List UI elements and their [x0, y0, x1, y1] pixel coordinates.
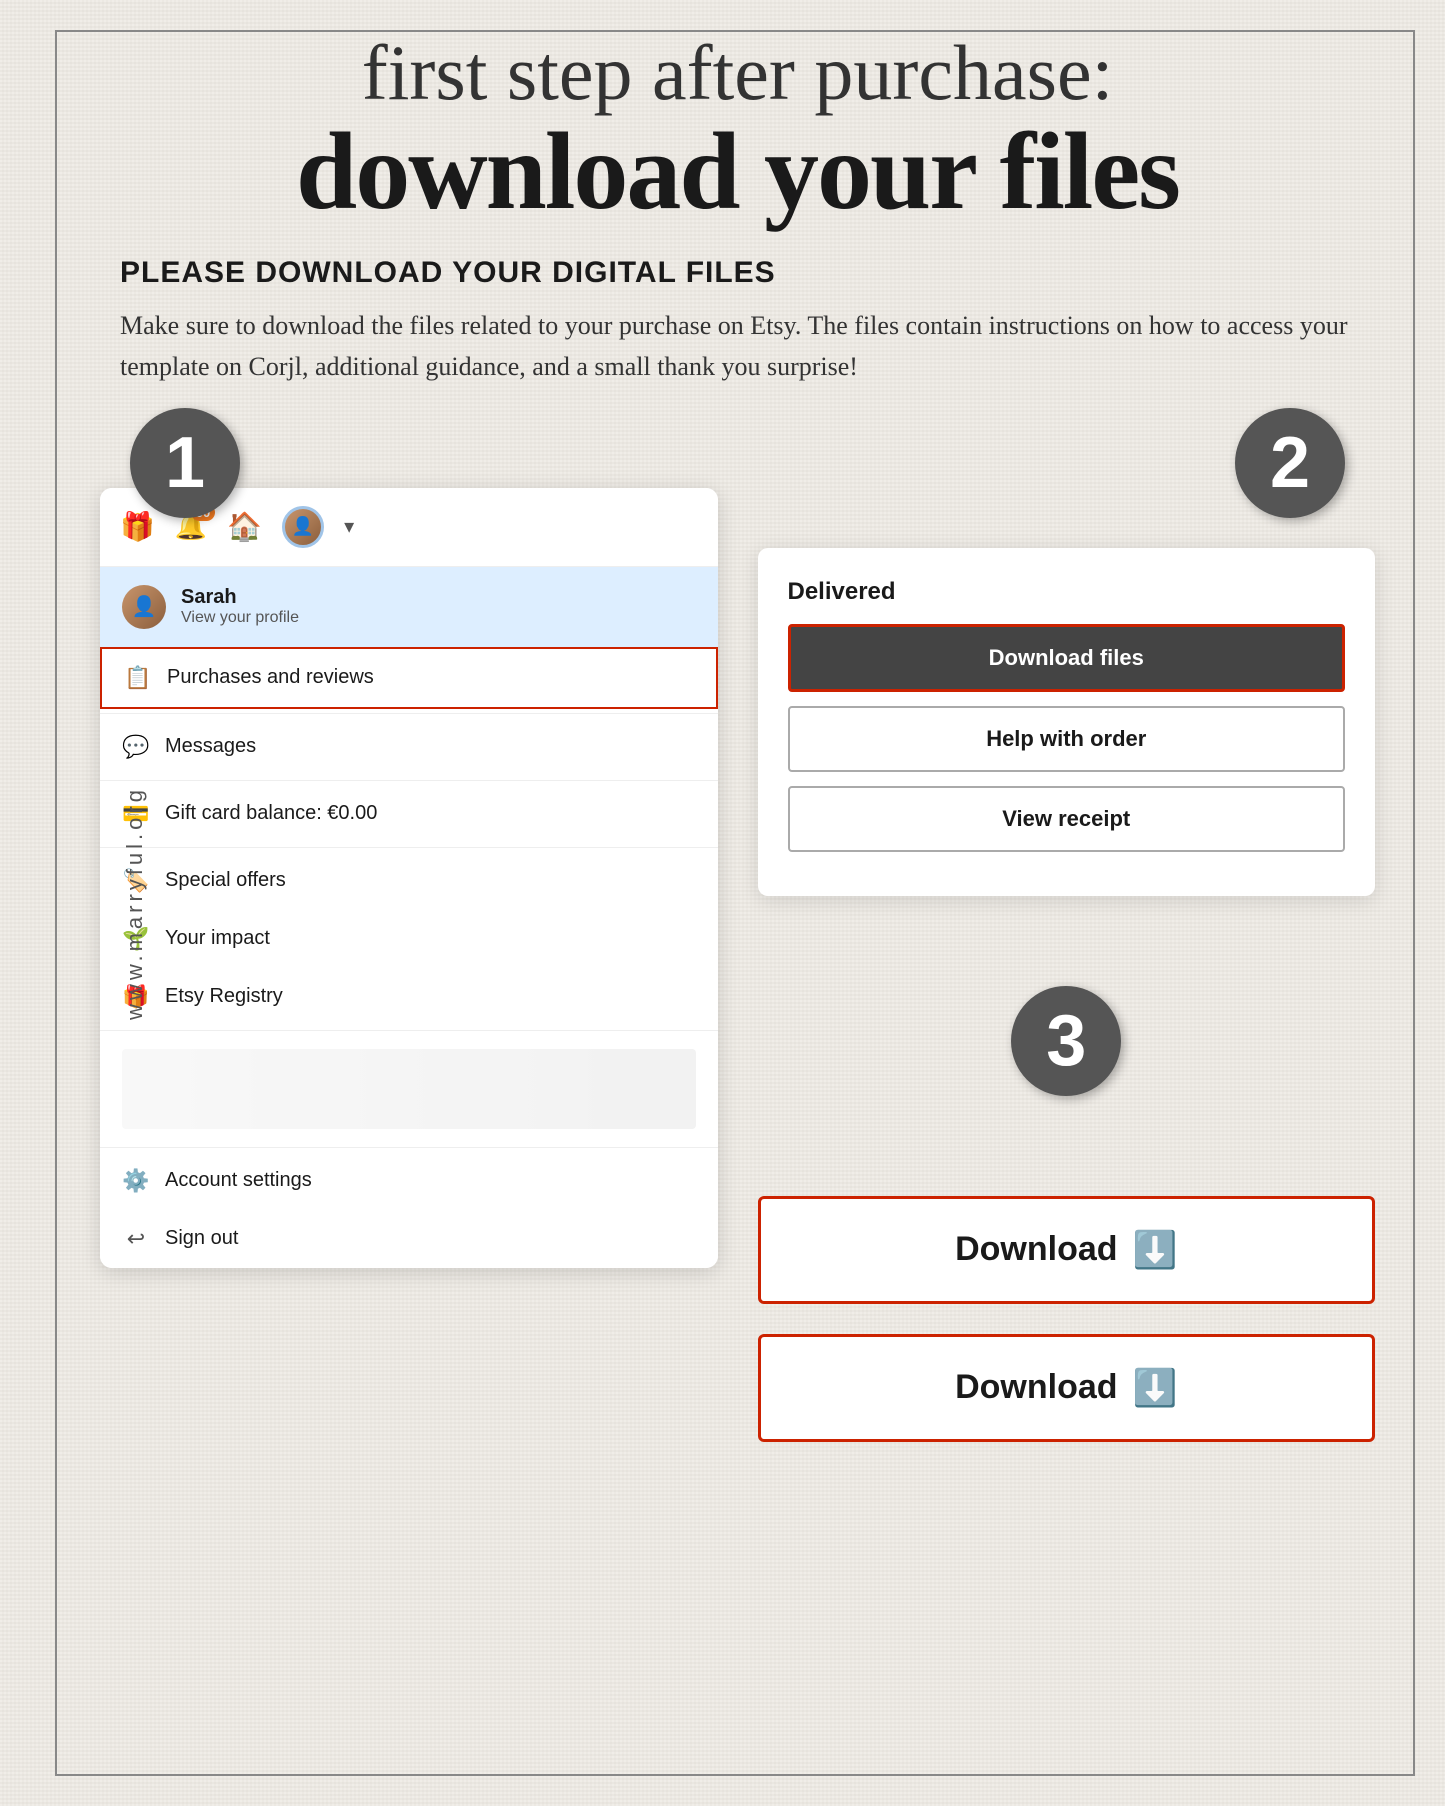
menu-divider-2	[100, 780, 718, 781]
menu-divider-3	[100, 847, 718, 848]
etsy-profile-row: 👤 Sarah View your profile	[100, 567, 718, 647]
menu-item-specialoffers[interactable]: 🏷️ Special offers	[100, 852, 718, 910]
download-label-1: Download	[955, 1230, 1117, 1269]
menu-item-registry-label: Etsy Registry	[165, 985, 283, 1008]
download-button-1[interactable]: Download ⬇️	[758, 1196, 1376, 1304]
profile-sub-label: View your profile	[181, 609, 299, 627]
view-receipt-button[interactable]: View receipt	[788, 786, 1346, 852]
download-button-2[interactable]: Download ⬇️	[758, 1334, 1376, 1442]
bottom-border	[55, 1774, 1415, 1776]
profile-name: Sarah	[181, 586, 299, 609]
step-3-section: 3 Download ⬇️ Download ⬇️	[758, 956, 1376, 1442]
menu-divider-5	[100, 1147, 718, 1148]
menu-item-messages-label: Messages	[165, 735, 256, 758]
menu-item-signout-label: Sign out	[165, 1227, 238, 1250]
menu-divider-1	[100, 713, 718, 714]
purchases-icon: 📋	[124, 665, 152, 691]
menu-list: 📋 Purchases and reviews 💬 Messages 💳 Gif…	[100, 647, 718, 1268]
menu-item-giftcard[interactable]: 💳 Gift card balance: €0.00	[100, 785, 718, 843]
download-cloud-icon-2: ⬇️	[1133, 1367, 1178, 1409]
help-with-order-button[interactable]: Help with order	[788, 706, 1346, 772]
messages-icon: 💬	[122, 734, 150, 760]
step-3-number: 3	[1011, 986, 1121, 1096]
etsy-dropdown-mock: 🎁 🔔 50 🏠 👤 ▾ 👤	[100, 488, 718, 1268]
profile-mini-avatar: 👤	[122, 585, 166, 629]
menu-item-signout[interactable]: ↩ Sign out	[100, 1210, 718, 1268]
menu-item-accountsettings-label: Account settings	[165, 1169, 312, 1192]
download-cloud-icon-1: ⬇️	[1133, 1229, 1178, 1271]
download-label-2: Download	[955, 1368, 1117, 1407]
intro-heading: PLEASE DOWNLOAD YOUR DIGITAL FILES	[120, 256, 1355, 290]
step-3-number-wrapper: 3	[758, 956, 1376, 1096]
menu-item-impact[interactable]: 🌱 Your impact	[100, 910, 718, 968]
menu-item-accountsettings[interactable]: ⚙️ Account settings	[100, 1152, 718, 1210]
cart-icon: 🏠	[227, 510, 262, 544]
header-section: first step after purchase: download your…	[80, 30, 1395, 226]
step-2-number: 2	[1235, 408, 1345, 518]
handwritten-title: first step after purchase:	[80, 30, 1395, 116]
step-2-column: 2 Delivered Download files Help with ord…	[758, 438, 1376, 1442]
menu-item-purchases-label: Purchases and reviews	[167, 666, 374, 689]
settings-icon: ⚙️	[122, 1168, 150, 1194]
menu-item-registry[interactable]: 🎁 Etsy Registry	[100, 968, 718, 1026]
delivered-label: Delivered	[788, 578, 1346, 606]
big-title: download your files	[80, 116, 1395, 226]
left-border	[55, 30, 57, 1776]
profile-info: Sarah View your profile	[181, 586, 299, 627]
intro-section: PLEASE DOWNLOAD YOUR DIGITAL FILES Make …	[80, 256, 1395, 388]
right-border	[1413, 30, 1415, 1776]
menu-item-messages[interactable]: 💬 Messages	[100, 718, 718, 776]
menu-item-specialoffers-label: Special offers	[165, 869, 286, 892]
main-content: first step after purchase: download your…	[80, 0, 1395, 1442]
download-files-button[interactable]: Download files	[788, 624, 1346, 692]
gift-icon: 🎁	[120, 510, 155, 544]
menu-divider-4	[100, 1030, 718, 1031]
top-border	[55, 30, 1415, 32]
menu-item-impact-label: Your impact	[165, 927, 270, 950]
vertical-watermark: www.marryful.org	[122, 786, 148, 1020]
intro-body: Make sure to download the files related …	[120, 305, 1355, 388]
order-panel: Delivered Download files Help with order…	[758, 548, 1376, 896]
step-1-column: 1 🎁 🔔 50 🏠 👤 ▾	[100, 438, 718, 1442]
step-1-number: 1	[130, 408, 240, 518]
profile-avatar-topbar: 👤	[282, 506, 324, 548]
signout-icon: ↩	[122, 1226, 150, 1252]
order-stub	[100, 1035, 718, 1143]
menu-item-purchases[interactable]: 📋 Purchases and reviews	[100, 647, 718, 709]
steps-row: 1 🎁 🔔 50 🏠 👤 ▾	[80, 438, 1395, 1442]
menu-item-giftcard-label: Gift card balance: €0.00	[165, 802, 377, 825]
